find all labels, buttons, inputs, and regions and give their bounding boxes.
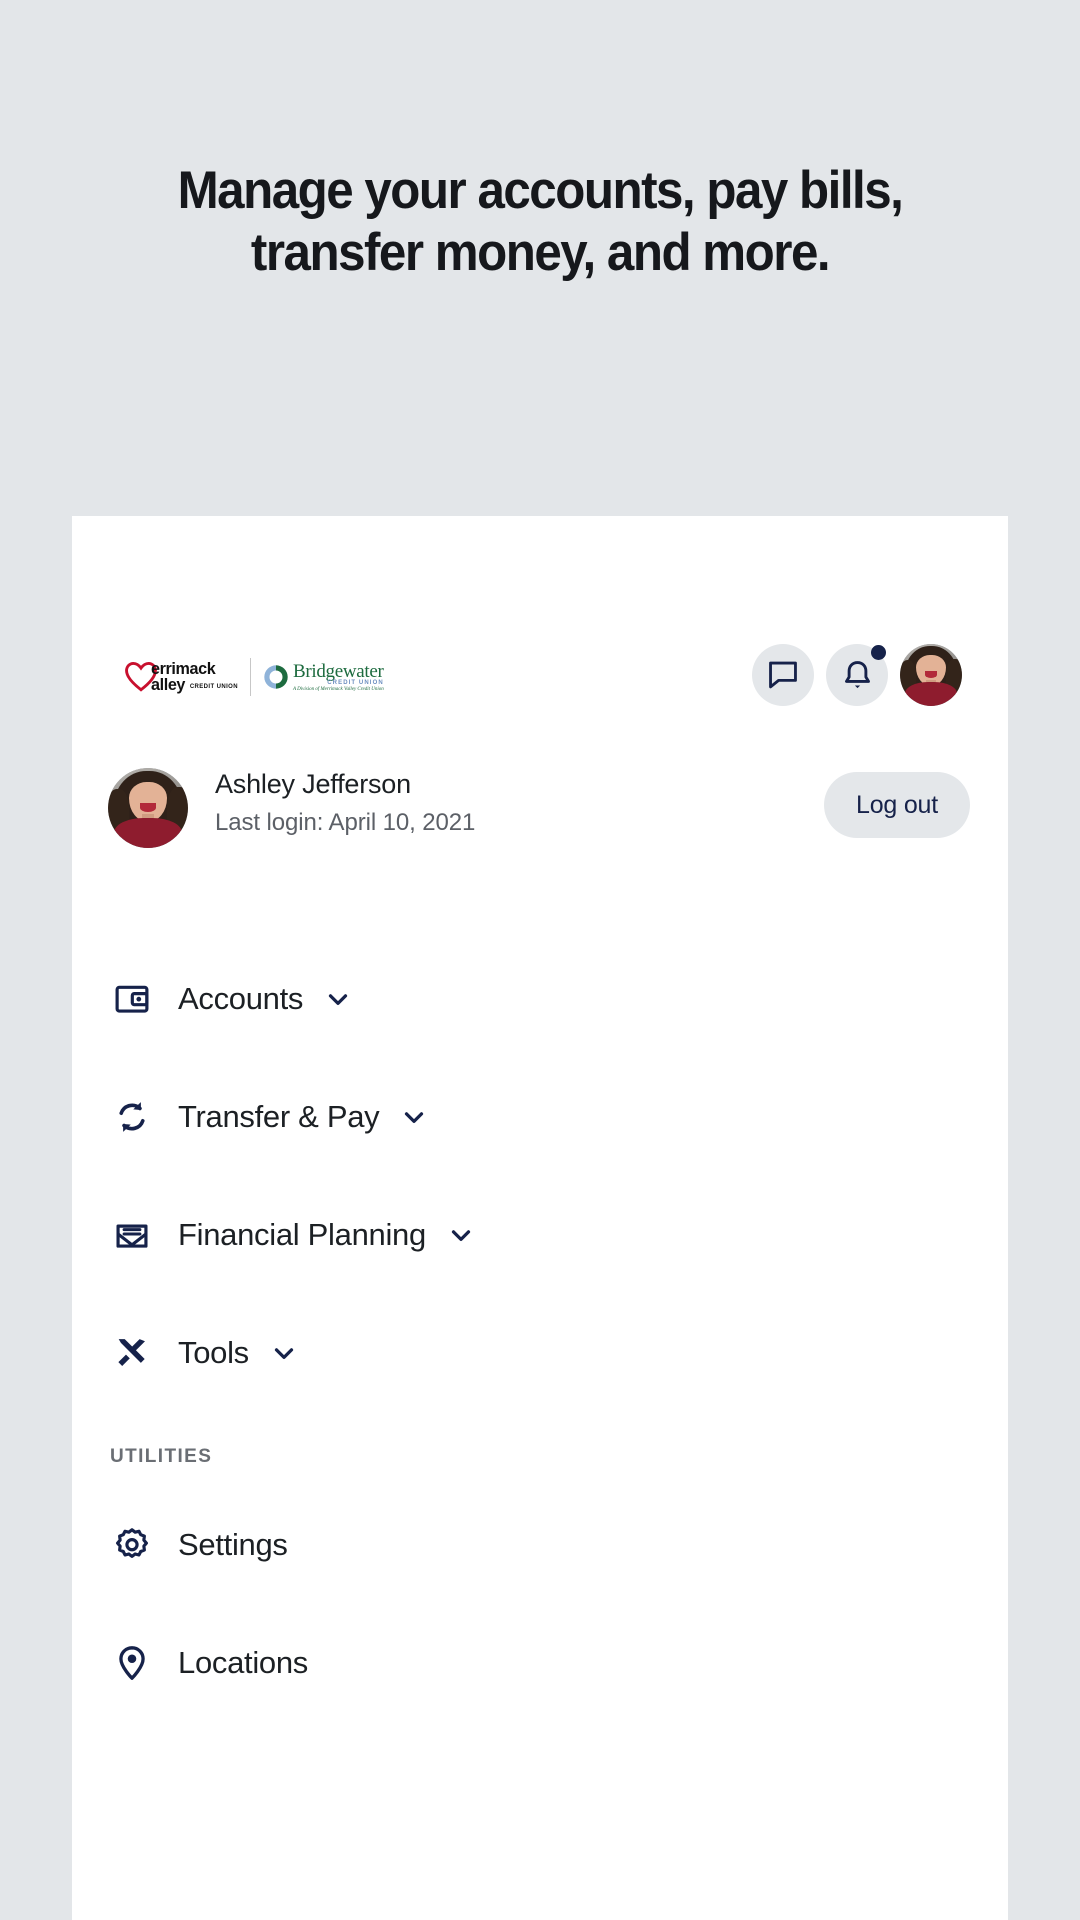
map-pin-icon — [110, 1641, 154, 1685]
logout-button[interactable]: Log out — [824, 772, 970, 838]
nav-item-accounts[interactable]: Accounts — [72, 940, 1008, 1058]
nav-item-locations[interactable]: Locations — [72, 1604, 1008, 1722]
wallet-icon — [110, 977, 154, 1021]
brand-logos: errimack alley CREDIT UNION Bridgewater … — [124, 658, 384, 696]
circle-swirl-icon — [264, 665, 288, 689]
nav-label: Settings — [178, 1527, 288, 1562]
merrimack-valley-logo: errimack alley CREDIT UNION — [124, 660, 238, 694]
gear-icon — [110, 1523, 154, 1567]
app-screen-card: errimack alley CREDIT UNION Bridgewater … — [72, 516, 1008, 1920]
app-topbar: errimack alley CREDIT UNION Bridgewater … — [72, 644, 1008, 722]
nav-label: Financial Planning — [178, 1217, 426, 1252]
utilities-section-heading: UTILITIES — [110, 1446, 213, 1467]
chevron-down-icon — [323, 984, 353, 1014]
profile-avatar — [108, 768, 188, 848]
merrimack-tagline: CREDIT UNION — [189, 684, 238, 691]
hammer-screwdriver-icon — [110, 1331, 154, 1375]
nav-label: Transfer & Pay — [178, 1099, 380, 1134]
bridgewater-name: Bridgewater — [292, 661, 384, 682]
profile-last-login: Last login: April 10, 2021 — [215, 809, 476, 836]
chevron-down-icon — [446, 1220, 476, 1250]
headline-line-1: Manage your accounts, pay bills, — [177, 161, 904, 220]
notification-badge — [871, 645, 886, 660]
messages-button[interactable] — [752, 644, 814, 706]
merrimack-wordmark: errimack alley CREDIT UNION — [151, 661, 238, 694]
nav-label: Locations — [178, 1645, 309, 1680]
chevron-down-icon — [399, 1102, 429, 1132]
logo-divider — [249, 658, 251, 696]
chat-icon — [769, 661, 797, 689]
bridgewater-subtagline: A Division of Merrimack Valley Credit Un… — [292, 687, 384, 692]
nav-label: Accounts — [178, 981, 304, 1016]
merrimack-line-2: alley — [151, 675, 186, 694]
topbar-actions — [752, 644, 962, 706]
bridgewater-logo: Bridgewater CREDIT UNION A Division of M… — [263, 662, 384, 692]
headline-line-2: transfer money, and more. — [250, 223, 831, 282]
sync-arrows-icon — [110, 1095, 154, 1139]
notifications-button[interactable] — [826, 644, 888, 706]
nav-item-tools[interactable]: Tools — [72, 1294, 1008, 1412]
nav-item-transfer-and-pay[interactable]: Transfer & Pay — [72, 1058, 1008, 1176]
avatar — [900, 644, 962, 706]
profile-name: Ashley Jefferson — [215, 769, 411, 799]
main-navigation: Accounts Transfer & Pay Financial Planni… — [72, 940, 1008, 1722]
bell-icon — [844, 660, 870, 688]
page-headline: Manage your accounts, pay bills, transfe… — [38, 160, 1042, 284]
profile-row: Ashley Jefferson Last login: April 10, 2… — [72, 768, 1008, 876]
bridgewater-wordmark: Bridgewater CREDIT UNION A Division of M… — [293, 662, 384, 692]
envelope-document-icon — [110, 1213, 154, 1257]
nav-item-financial-planning[interactable]: Financial Planning — [72, 1176, 1008, 1294]
nav-item-settings[interactable]: Settings — [72, 1486, 1008, 1604]
nav-label: Tools — [178, 1335, 249, 1370]
chevron-down-icon — [269, 1338, 299, 1368]
profile-avatar-button[interactable] — [900, 644, 962, 706]
